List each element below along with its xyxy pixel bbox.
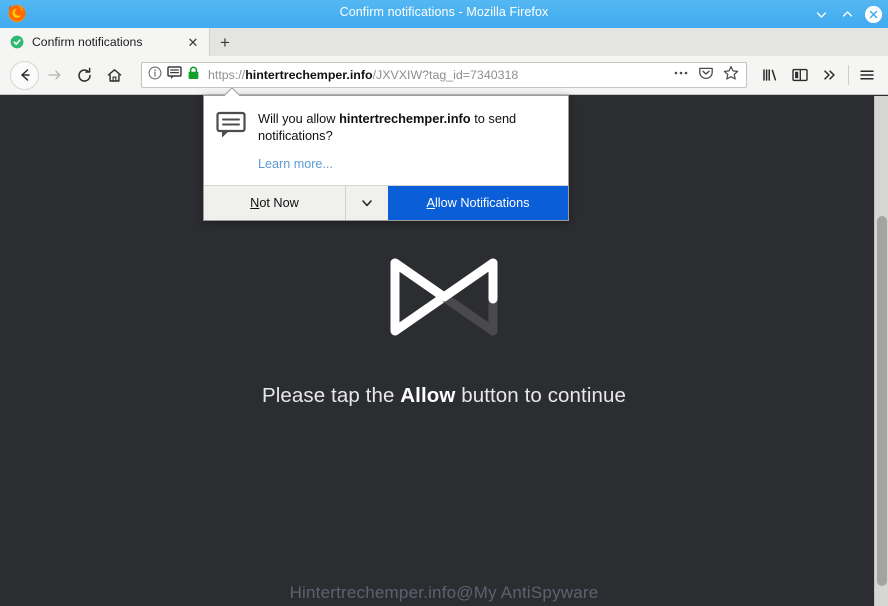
tab-bar: Confirm notifications ✕ + <box>0 28 888 56</box>
browser-window: Confirm notifications - Mozilla Firefox <box>0 0 888 606</box>
url-path: /JXVXIW?tag_id=7340318 <box>372 68 519 82</box>
popup-message: Will you allow hintertrechemper.info to … <box>258 110 554 173</box>
headline-suffix: button to continue <box>455 384 627 407</box>
vertical-scrollbar[interactable] <box>874 96 888 606</box>
chevron-down-icon[interactable] <box>346 186 388 221</box>
not-now-button[interactable]: Not Now <box>204 186 346 221</box>
allow-rest: llow Notifications <box>434 196 530 211</box>
toolbar-separator <box>848 65 849 85</box>
popup-actions: Not Now Allow Notifications <box>204 185 568 221</box>
page-headline: Please tap the Allow button to continue <box>0 384 888 408</box>
question-host: hintertrechemper.info <box>339 111 471 126</box>
url-identity-box[interactable] <box>148 65 200 85</box>
window-controls <box>813 0 882 28</box>
url-text[interactable]: https://hintertrechemper.info/JXVXIW?tag… <box>208 68 673 82</box>
popup-question: Will you allow hintertrechemper.info to … <box>258 110 548 144</box>
learn-more-link[interactable]: Learn more... <box>258 157 333 171</box>
back-arrow-icon[interactable] <box>10 60 39 90</box>
url-scheme: https:// <box>208 68 246 82</box>
window-title: Confirm notifications - Mozilla Firefox <box>339 5 549 19</box>
not-now-rest: ot Now <box>259 196 299 211</box>
scrollbar-thumb[interactable] <box>877 216 887 586</box>
headline-emphasis: Allow <box>400 384 456 407</box>
shield-check-icon <box>10 35 24 49</box>
allow-accel: A <box>426 196 435 211</box>
padlock-icon[interactable] <box>187 66 200 85</box>
tab-title: Confirm notifications <box>32 35 143 49</box>
page-footer: Hintertrechemper.info@My AntiSpyware <box>289 583 599 602</box>
bookmark-star-icon[interactable] <box>723 65 739 86</box>
browser-tab[interactable]: Confirm notifications ✕ <box>0 28 210 56</box>
allow-notifications-button[interactable]: Allow Notifications <box>388 186 568 221</box>
navigation-toolbar: https://hintertrechemper.info/JXVXIW?tag… <box>0 56 888 95</box>
maximize-button[interactable] <box>839 6 855 22</box>
page-actions-icon[interactable] <box>673 66 689 85</box>
bowtie-logo-icon <box>0 253 888 341</box>
overflow-chevron-icon[interactable] <box>815 60 845 90</box>
browser-toolbar-buttons <box>755 60 882 90</box>
forward-arrow-icon[interactable] <box>39 60 69 90</box>
reload-icon[interactable] <box>69 60 99 90</box>
popup-arrow <box>223 87 240 96</box>
notification-bubble-icon[interactable] <box>167 65 182 85</box>
popup-body: Will you allow hintertrechemper.info to … <box>204 96 568 185</box>
hamburger-menu-icon[interactable] <box>852 60 882 90</box>
url-action-icons <box>673 65 742 86</box>
pocket-icon[interactable] <box>698 65 714 86</box>
headline-prefix: Please tap the <box>261 384 401 407</box>
title-bar: Confirm notifications - Mozilla Firefox <box>0 0 888 28</box>
url-bar[interactable]: https://hintertrechemper.info/JXVXIW?tag… <box>141 62 747 88</box>
new-tab-button[interactable]: + <box>210 28 240 56</box>
tab-close-icon[interactable]: ✕ <box>185 34 201 50</box>
notification-permission-popup: Will you allow hintertrechemper.info to … <box>203 95 569 222</box>
url-host: hintertrechemper.info <box>245 68 373 82</box>
not-now-accel: N <box>250 196 260 211</box>
library-icon[interactable] <box>755 60 785 90</box>
close-button[interactable] <box>865 5 882 23</box>
home-icon[interactable] <box>99 60 129 90</box>
notification-bubble-icon <box>216 111 246 173</box>
info-circle-icon[interactable] <box>148 66 162 85</box>
sidebar-icon[interactable] <box>785 60 815 90</box>
question-prefix: Will you allow <box>258 111 340 126</box>
minimize-button[interactable] <box>813 6 829 22</box>
